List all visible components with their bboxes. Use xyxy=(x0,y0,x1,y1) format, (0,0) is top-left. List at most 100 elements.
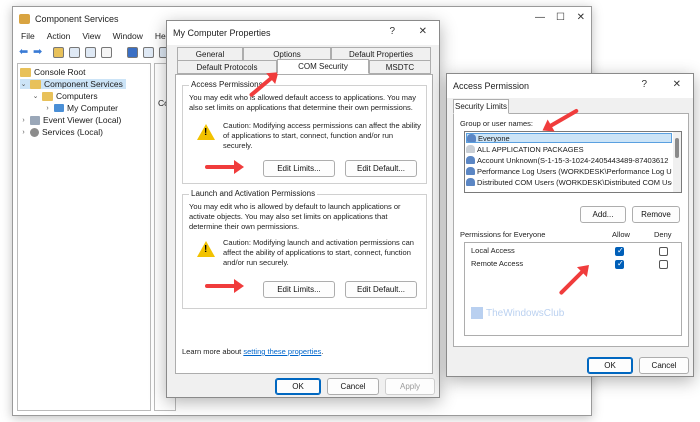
chevron-right-icon[interactable]: › xyxy=(20,129,27,136)
export-icon[interactable] xyxy=(85,47,96,58)
list-item[interactable]: Everyone xyxy=(466,133,672,143)
perm-remote-access-label: Remote Access xyxy=(471,259,524,268)
tree-event-viewer[interactable]: › Event Viewer (Local) xyxy=(20,115,121,125)
properties-icon[interactable] xyxy=(143,47,154,58)
mmc-maximize-button[interactable]: ☐ xyxy=(556,12,565,23)
permissions-list: Local Access Remote Access TheWindowsClu… xyxy=(464,242,682,336)
remove-user-button[interactable]: Remove xyxy=(632,206,680,223)
launch-permissions-group: Launch and Activation Permissions You ma… xyxy=(182,189,427,309)
mmc-title: Component Services xyxy=(35,14,119,24)
tab-security-limits[interactable]: Security Limits xyxy=(453,99,509,114)
show-tree-icon[interactable] xyxy=(69,47,80,58)
chevron-down-icon[interactable]: ⌄ xyxy=(32,92,39,100)
access-permission-cancel-button[interactable]: Cancel xyxy=(639,357,689,374)
learn-more-text: Learn more about setting these propertie… xyxy=(182,347,324,356)
access-permission-ok-button[interactable]: OK xyxy=(587,357,633,374)
tree-component-services[interactable]: ⌄ Component Services xyxy=(20,79,126,89)
menubar: File Action View Window He xyxy=(21,31,166,41)
up-folder-icon[interactable] xyxy=(53,47,64,58)
refresh-icon[interactable] xyxy=(101,47,112,58)
folder-icon xyxy=(30,79,41,89)
chevron-right-icon[interactable]: › xyxy=(44,105,51,112)
access-permission-help-button[interactable]: ? xyxy=(641,79,647,90)
event-viewer-icon xyxy=(30,115,40,125)
access-permission-title: Access Permission xyxy=(453,81,530,91)
tree-services[interactable]: › Services (Local) xyxy=(20,127,103,137)
access-permissions-description: You may edit who is allowed default acce… xyxy=(189,93,416,112)
access-permissions-caution: Caution: Modifying access permissions ca… xyxy=(223,121,421,150)
tree-computers[interactable]: ⌄ Computers xyxy=(32,91,98,101)
user-list[interactable]: Everyone ALL APPLICATION PACKAGES Accoun… xyxy=(464,131,682,193)
launch-permissions-description: You may edit who is allowed by default t… xyxy=(189,202,401,231)
access-permission-close-button[interactable]: ✕ xyxy=(673,79,681,90)
users-icon xyxy=(466,178,475,186)
access-edit-limits-button[interactable]: Edit Limits... xyxy=(263,160,335,177)
group-user-names-label: Group or user names: xyxy=(460,119,533,128)
tab-general[interactable]: General xyxy=(177,47,243,61)
tab-msdtc[interactable]: MSDTC xyxy=(369,60,431,74)
launch-edit-limits-button[interactable]: Edit Limits... xyxy=(263,281,335,298)
properties-apply-button[interactable]: Apply xyxy=(385,378,435,395)
users-icon xyxy=(466,156,475,164)
users-icon xyxy=(466,167,475,175)
remote-access-allow-checkbox[interactable] xyxy=(615,259,624,269)
users-icon xyxy=(467,134,476,142)
menu-window[interactable]: Window xyxy=(113,31,143,41)
my-computer-properties-dialog: My Computer Properties ? ✕ General Optio… xyxy=(166,20,440,398)
list-item[interactable]: Performance Log Users (WORKDESK\Performa… xyxy=(466,166,672,176)
tree-my-computer[interactable]: › My Computer xyxy=(44,103,118,113)
menu-help[interactable]: He xyxy=(155,31,166,41)
gear-icon xyxy=(30,127,39,137)
folder-icon xyxy=(42,91,53,101)
list-item[interactable]: Distributed COM Users (WORKDESK\Distribu… xyxy=(466,177,672,187)
deny-column-header: Deny xyxy=(654,230,672,239)
chevron-down-icon[interactable]: ⌄ xyxy=(20,80,27,88)
tab-com-security[interactable]: COM Security xyxy=(277,59,369,74)
menu-file[interactable]: File xyxy=(21,31,35,41)
launch-permissions-caution: Caution: Modifying launch and activation… xyxy=(223,238,414,267)
access-permissions-group: Access Permissions You may edit who is a… xyxy=(182,80,427,184)
app-icon xyxy=(19,14,30,24)
properties-close-button[interactable]: ✕ xyxy=(419,26,427,37)
access-permission-titlebar: Access Permission xyxy=(447,74,693,98)
package-icon xyxy=(466,145,475,153)
properties-cancel-button[interactable]: Cancel xyxy=(327,378,379,395)
add-user-button[interactable]: Add... xyxy=(580,206,626,223)
list-item[interactable]: ALL APPLICATION PACKAGES xyxy=(466,144,672,154)
watermark-logo: TheWindowsClub xyxy=(471,307,564,319)
com-security-panel: Access Permissions You may edit who is a… xyxy=(175,74,433,374)
properties-help-button[interactable]: ? xyxy=(389,26,395,37)
launch-edit-default-button[interactable]: Edit Default... xyxy=(345,281,417,298)
watermark-text: TheWindowsClub xyxy=(486,307,565,319)
launch-permissions-title: Launch and Activation Permissions xyxy=(189,189,318,198)
back-icon[interactable]: ⬅ xyxy=(19,45,28,58)
access-permissions-title: Access Permissions xyxy=(189,80,265,89)
watermark-icon xyxy=(471,307,483,319)
forward-icon[interactable]: ➡ xyxy=(33,45,42,58)
permissions-label: Permissions for Everyone xyxy=(460,230,546,239)
warning-icon: ! xyxy=(197,124,215,140)
learn-more-link[interactable]: setting these properties xyxy=(243,347,321,356)
local-access-deny-checkbox[interactable] xyxy=(659,247,668,256)
tree-console-root[interactable]: Console Root xyxy=(20,67,86,77)
scrollbar-thumb[interactable] xyxy=(675,138,679,158)
access-permission-dialog: Access Permission ? ✕ Security Limits Gr… xyxy=(446,73,694,377)
user-list-scrollbar[interactable] xyxy=(673,132,681,192)
mmc-minimize-button[interactable]: — xyxy=(535,12,545,23)
tab-default-protocols[interactable]: Default Protocols xyxy=(177,60,277,74)
chevron-right-icon[interactable]: › xyxy=(20,117,27,124)
menu-view[interactable]: View xyxy=(82,31,100,41)
security-limits-panel: Group or user names: Everyone ALL APPLIC… xyxy=(453,113,689,347)
properties-ok-button[interactable]: OK xyxy=(275,378,321,395)
arrow-to-launch-edit-limits xyxy=(205,279,244,293)
allow-column-header: Allow xyxy=(612,230,630,239)
mmc-close-button[interactable]: ✕ xyxy=(577,12,585,23)
help-icon[interactable] xyxy=(127,47,138,58)
properties-titlebar: My Computer Properties xyxy=(167,21,439,45)
local-access-allow-checkbox[interactable] xyxy=(615,246,624,256)
menu-action[interactable]: Action xyxy=(47,31,71,41)
list-item[interactable]: Account Unknown(S-1-15-3-1024-2405443489… xyxy=(466,155,672,165)
access-edit-default-button[interactable]: Edit Default... xyxy=(345,160,417,177)
remote-access-deny-checkbox[interactable] xyxy=(659,260,668,269)
monitor-icon xyxy=(54,104,64,112)
